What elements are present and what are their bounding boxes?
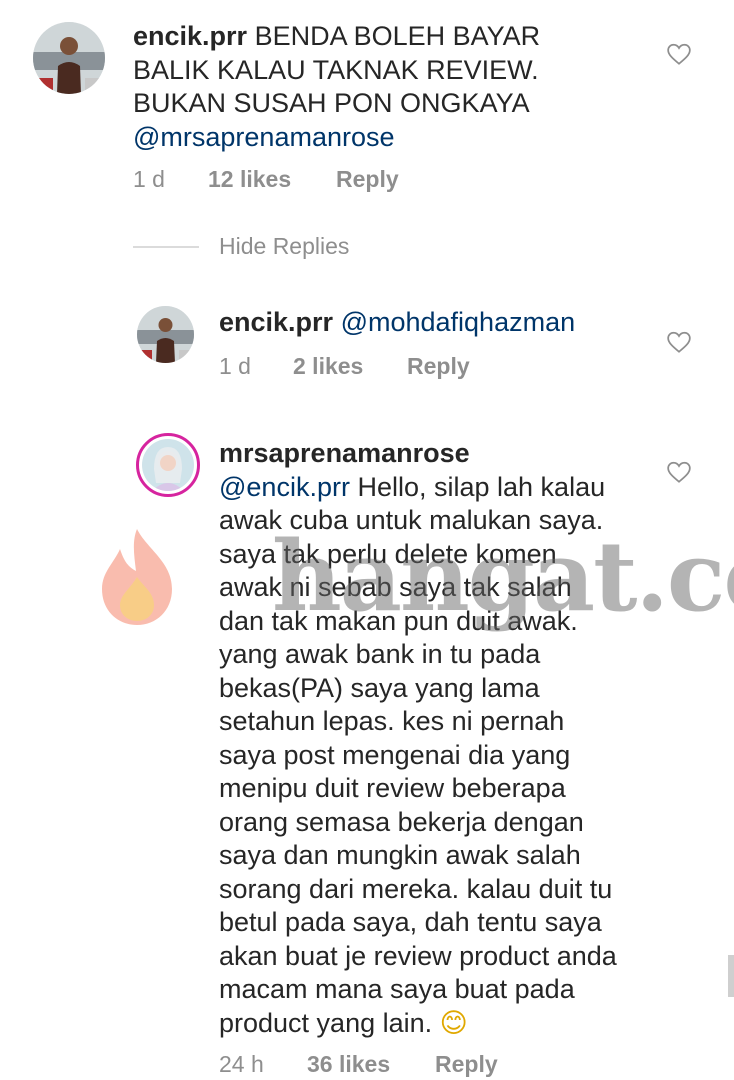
scrollbar[interactable] [728, 955, 734, 997]
reply-time: 1 d [219, 353, 251, 379]
reply-button[interactable]: Reply [336, 166, 399, 193]
reply-username[interactable]: encik.prr [219, 307, 333, 337]
avatar[interactable] [136, 433, 200, 497]
hide-replies-label[interactable]: Hide Replies [219, 233, 349, 260]
comments-screen: encik.prr BENDA BOLEH BAYAR BALIK KALAU … [0, 0, 734, 1080]
reply-meta: 1 d 2 likes Reply [219, 353, 470, 380]
reply-username[interactable]: mrsaprenamanrose [219, 438, 470, 468]
like-heart-icon[interactable] [666, 459, 692, 485]
reply-button[interactable]: Reply [407, 353, 470, 380]
reply-time: 24 h [219, 1051, 264, 1077]
comment-username[interactable]: encik.prr [133, 21, 247, 51]
avatar[interactable] [137, 306, 194, 363]
hide-replies-toggle[interactable]: Hide Replies [133, 233, 349, 260]
reply-likes[interactable]: 36 likes [307, 1051, 435, 1078]
reply-body: mrsaprenamanrose @encik.prr Hello, silap… [219, 437, 679, 1040]
profile-photo-man-icon [137, 306, 194, 363]
reply-likes[interactable]: 2 likes [293, 353, 407, 380]
profile-photo-woman-icon [142, 439, 194, 491]
comment-mention[interactable]: @mrsaprenamanrose [133, 122, 395, 152]
reply-body: encik.prr @mohdafiqhazman [219, 306, 659, 340]
comment-time: 1 d [133, 166, 165, 192]
comment-likes[interactable]: 12 likes [208, 166, 336, 193]
reply-mention[interactable]: @encik.prr [219, 472, 350, 502]
replies-divider [133, 245, 199, 248]
comment-meta: 1 d 12 likes Reply [133, 166, 399, 193]
profile-photo-man-icon [33, 22, 105, 94]
reply-mention[interactable]: @mohdafiqhazman [341, 307, 576, 337]
comment-body: encik.prr BENDA BOLEH BAYAR BALIK KALAU … [133, 20, 653, 154]
smile-emoji-icon: 😊 [439, 1007, 468, 1039]
reply-text: Hello, silap lah kalau awak cuba untuk m… [219, 471, 617, 1038]
like-heart-icon[interactable] [666, 41, 692, 67]
flame-icon [102, 529, 172, 625]
reply-meta: 24 h 36 likes Reply [219, 1051, 498, 1078]
avatar[interactable] [33, 22, 105, 94]
like-heart-icon[interactable] [666, 329, 692, 355]
reply-button[interactable]: Reply [435, 1051, 498, 1078]
